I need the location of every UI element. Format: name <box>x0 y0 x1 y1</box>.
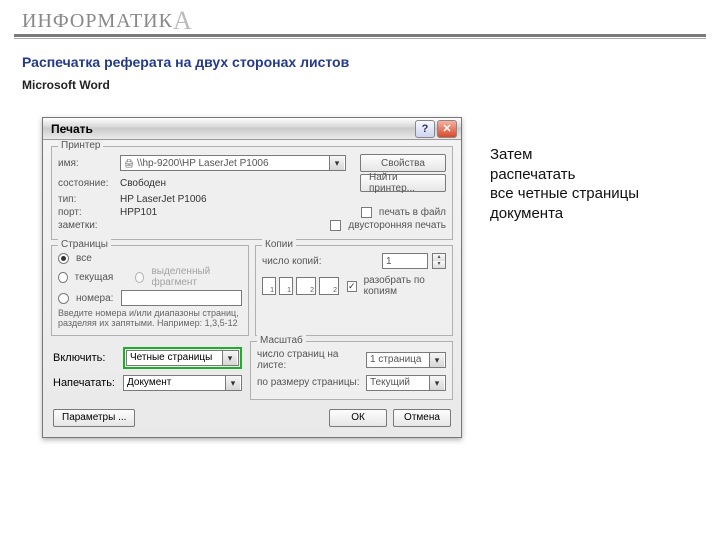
print-to-file-checkbox[interactable] <box>361 207 372 218</box>
printer-type-label: тип: <box>58 194 116 205</box>
dialog-title: Печать <box>51 122 93 136</box>
pages-per-sheet-label: число страниц на листе: <box>257 349 362 371</box>
pages-per-sheet-combo[interactable]: 1 страница <box>366 352 446 368</box>
radio-selection <box>135 272 145 283</box>
fit-page-label: по размеру страницы: <box>257 377 362 388</box>
group-printer-legend: Принтер <box>58 140 103 151</box>
printer-port-label: порт: <box>58 207 116 218</box>
print-what-label: Напечатать: <box>53 377 119 389</box>
duplex-checkbox[interactable] <box>330 220 341 231</box>
collate-label: разобрать по копиям <box>364 275 446 297</box>
copies-count-input[interactable]: 1 <box>382 253 428 269</box>
printer-name-label: имя: <box>58 158 116 169</box>
printer-notes-label: заметки: <box>58 220 116 231</box>
group-scale: Масштаб число страниц на листе: 1 страни… <box>250 341 453 400</box>
printer-state-value: Свободен <box>120 178 166 189</box>
pages-per-sheet-value: 1 страница <box>370 354 421 365</box>
help-button[interactable]: ? <box>415 120 435 138</box>
print-what-combo[interactable]: Документ <box>123 375 242 391</box>
collate-icon: 1 1 2 2 <box>262 277 339 295</box>
printer-type-value: HP LaserJet P1006 <box>120 194 207 205</box>
page-title: Распечатка реферата на двух сторонах лис… <box>22 54 349 70</box>
dialog-titlebar[interactable]: Печать ? ✕ <box>43 118 461 140</box>
find-printer-button[interactable]: Найти принтер... <box>360 174 446 192</box>
group-scale-legend: Масштаб <box>257 335 306 346</box>
page-numbers-hint: Введите номера и/или диапазоны страниц, … <box>58 309 242 329</box>
printer-port-value: HPP101 <box>120 207 157 218</box>
printer-name-value: \\hp-9200\HP LaserJet P1006 <box>137 158 269 169</box>
print-dialog: Печать ? ✕ Принтер имя: 🖨 \\hp-9200\HP L… <box>42 117 462 438</box>
group-pages-legend: Страницы <box>58 239 111 250</box>
radio-all[interactable] <box>58 253 69 264</box>
radio-numbers-label: номера: <box>76 293 113 304</box>
brand-text: ИНФОРМАТИК <box>22 10 173 32</box>
print-to-file-label: печать в файл <box>379 207 446 218</box>
copies-count-label: число копий: <box>262 256 322 267</box>
divider-thick <box>14 34 706 37</box>
duplex-label: двусторонняя печать <box>348 220 446 231</box>
side-note: Затем распечатать все четные страницы до… <box>490 145 639 223</box>
include-value: Четные страницы <box>130 352 212 363</box>
fit-page-combo[interactable]: Текущий <box>366 375 446 391</box>
radio-all-label: все <box>76 253 92 264</box>
group-copies: Копии число копий: 1 ▴▾ 1 1 2 2 <box>255 245 453 336</box>
spin-down-icon[interactable]: ▾ <box>433 261 445 268</box>
group-pages: Страницы все текущая выделенный фрагмент… <box>51 245 249 336</box>
ok-button[interactable]: ОК <box>329 409 387 427</box>
include-highlight: Четные страницы <box>123 347 242 369</box>
page-subtitle: Microsoft Word <box>22 78 110 92</box>
include-label: Включить: <box>53 352 119 364</box>
printer-properties-button[interactable]: Свойства <box>360 154 446 172</box>
collate-checkbox[interactable] <box>347 281 357 292</box>
include-combo[interactable]: Четные страницы <box>126 350 239 366</box>
close-button[interactable]: ✕ <box>437 120 457 138</box>
cancel-button[interactable]: Отмена <box>393 409 451 427</box>
group-printer: Принтер имя: 🖨 \\hp-9200\HP LaserJet P10… <box>51 146 453 240</box>
spin-up-icon[interactable]: ▴ <box>433 254 445 261</box>
brand-last-letter: А <box>173 6 193 35</box>
page-numbers-input[interactable] <box>121 290 242 306</box>
radio-current[interactable] <box>58 272 68 283</box>
radio-numbers[interactable] <box>58 293 69 304</box>
copies-spinner[interactable]: ▴▾ <box>432 253 446 269</box>
printer-state-label: состояние: <box>58 178 116 189</box>
divider-thin <box>14 38 706 39</box>
printer-name-combo[interactable]: 🖨 \\hp-9200\HP LaserJet P1006 <box>120 155 346 171</box>
radio-current-label: текущая <box>75 272 114 283</box>
parameters-button[interactable]: Параметры ... <box>53 409 135 427</box>
group-copies-legend: Копии <box>262 239 296 250</box>
fit-page-value: Текущий <box>370 377 410 388</box>
print-what-value: Документ <box>127 377 171 388</box>
brand-header: ИНФОРМАТИКА <box>22 6 193 36</box>
radio-selection-label: выделенный фрагмент <box>151 266 242 288</box>
